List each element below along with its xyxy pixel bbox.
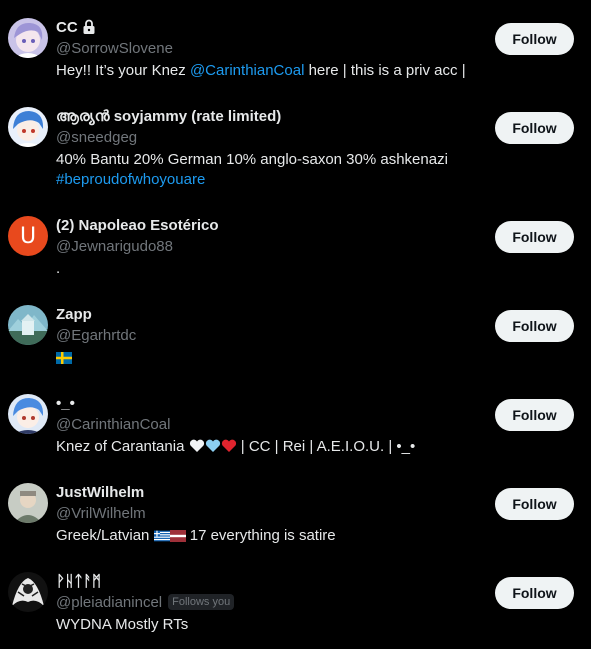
user-cell[interactable]: ᚹᚺᛏᚨᛗ @pleiadianincel Follows you WYDNA …: [0, 554, 591, 643]
display-name[interactable]: (2) Napoleao Esotérico: [56, 217, 219, 234]
handle[interactable]: @sneedgeg: [56, 129, 137, 146]
user-cell[interactable]: JustWilhelm @VrilWilhelm Greek/Latvian 1…: [0, 465, 591, 554]
bio-mention-link[interactable]: @CarinthianCoal: [190, 62, 304, 79]
display-name-row[interactable]: Zapp: [56, 304, 92, 324]
display-name-row[interactable]: ആര്യൻ soyjammy (rate limited): [56, 106, 281, 126]
handle[interactable]: @VrilWilhelm: [56, 505, 146, 522]
follow-button[interactable]: Follow: [495, 577, 574, 609]
handle-row: @VrilWilhelm: [56, 503, 146, 523]
avatar[interactable]: [8, 483, 48, 523]
bio-text: Greek/Latvian: [56, 527, 154, 544]
bio-hashtag-link[interactable]: #beproudofwhoyouare: [56, 170, 486, 190]
red-heart-icon: [221, 439, 237, 459]
bio-text: | CC | Rei | A.E.I.O.U. | •_•: [236, 438, 416, 455]
user-cell[interactable]: Zapp @Egarhrtdc Follow: [0, 287, 591, 376]
handle-row: @SorrowSlovene: [56, 38, 173, 58]
handle[interactable]: @CarinthianCoal: [56, 416, 170, 433]
handle[interactable]: @Egarhrtdc: [56, 327, 136, 344]
bio: Greek/Latvian 17 everything is satire: [56, 526, 486, 548]
follow-button[interactable]: Follow: [495, 23, 574, 55]
user-cell[interactable]: •_• @CarinthianCoal Knez of Carantania |…: [0, 376, 591, 465]
bio: WYDNA Mostly RTs: [56, 615, 486, 635]
display-name[interactable]: ᚹᚺᛏᚨᛗ: [56, 572, 101, 590]
bw-art-icon: [8, 572, 48, 612]
bio-text: Knez of Carantania: [56, 438, 189, 455]
latvia-flag-icon: [169, 528, 186, 548]
follow-button[interactable]: Follow: [495, 112, 574, 144]
display-name-row[interactable]: JustWilhelm: [56, 482, 144, 502]
user-cell[interactable]: U (2) Napoleao Esotérico @Jewnarigudo88 …: [0, 198, 591, 287]
bio: [56, 348, 486, 370]
white-heart-icon: [189, 439, 205, 459]
sweden-flag-icon: [56, 350, 72, 370]
anime-avatar-icon: [8, 107, 48, 147]
avatar[interactable]: [8, 107, 48, 147]
avatar[interactable]: [8, 572, 48, 612]
anime-avatar-icon: [8, 394, 48, 434]
bio-text: 40% Bantu 20% German 10% anglo-saxon 30%…: [56, 151, 448, 168]
bio: .: [56, 259, 486, 279]
handle-row: @sneedgeg: [56, 127, 137, 147]
portrait-icon: [8, 483, 48, 523]
greece-flag-icon: [153, 528, 170, 548]
display-name-row[interactable]: (2) Napoleao Esotérico: [56, 215, 219, 235]
bio: 40% Bantu 20% German 10% anglo-saxon 30%…: [56, 150, 486, 190]
handle[interactable]: @SorrowSlovene: [56, 40, 173, 57]
bio-text: WYDNA Mostly RTs: [56, 616, 189, 633]
landscape-icon: [8, 305, 48, 345]
follow-button[interactable]: Follow: [495, 399, 574, 431]
handle-row: @Egarhrtdc: [56, 325, 136, 345]
handle[interactable]: @Jewnarigudo88: [56, 238, 173, 255]
bio-text: here | this is a priv acc |: [304, 62, 466, 79]
display-name[interactable]: ആര്യൻ soyjammy (rate limited): [56, 108, 281, 125]
anime-avatar-icon: [8, 18, 48, 58]
lock-icon: [82, 19, 96, 35]
handle-row: @Jewnarigudo88: [56, 236, 173, 256]
bio: Hey!! It’s your Knez @CarinthianCoal her…: [56, 61, 486, 81]
user-cell[interactable]: CC @SorrowSlovene Hey!! It’s your Knez @…: [0, 0, 591, 89]
display-name[interactable]: •_•: [56, 395, 75, 412]
display-name[interactable]: JustWilhelm: [56, 484, 144, 501]
display-name-row[interactable]: CC: [56, 17, 96, 37]
light-blue-heart-icon: [205, 439, 221, 459]
avatar[interactable]: [8, 305, 48, 345]
bio-text: Hey!! It’s your Knez: [56, 62, 190, 79]
avatar[interactable]: [8, 18, 48, 58]
avatar[interactable]: [8, 394, 48, 434]
display-name[interactable]: Zapp: [56, 306, 92, 323]
follow-button[interactable]: Follow: [495, 488, 574, 520]
avatar[interactable]: U: [8, 216, 48, 256]
handle-row: @pleiadianincel Follows you: [56, 592, 235, 612]
display-name[interactable]: CC: [56, 19, 78, 36]
follows-you-badge: Follows you: [168, 594, 235, 610]
handle-row: @CarinthianCoal: [56, 414, 170, 434]
handle[interactable]: @pleiadianincel: [56, 594, 162, 611]
display-name-row[interactable]: ᚹᚺᛏᚨᛗ: [56, 571, 101, 591]
bio-text: 17 everything is satire: [185, 527, 336, 544]
avatar-letter: U: [19, 223, 37, 249]
bio-text: .: [56, 260, 61, 277]
display-name-row[interactable]: •_•: [56, 393, 75, 413]
follow-button[interactable]: Follow: [495, 310, 574, 342]
bio: Knez of Carantania | CC | Rei | A.E.I.O.…: [56, 437, 486, 459]
user-cell[interactable]: ആര്യൻ soyjammy (rate limited) @sneedgeg …: [0, 89, 591, 188]
follow-button[interactable]: Follow: [495, 221, 574, 253]
